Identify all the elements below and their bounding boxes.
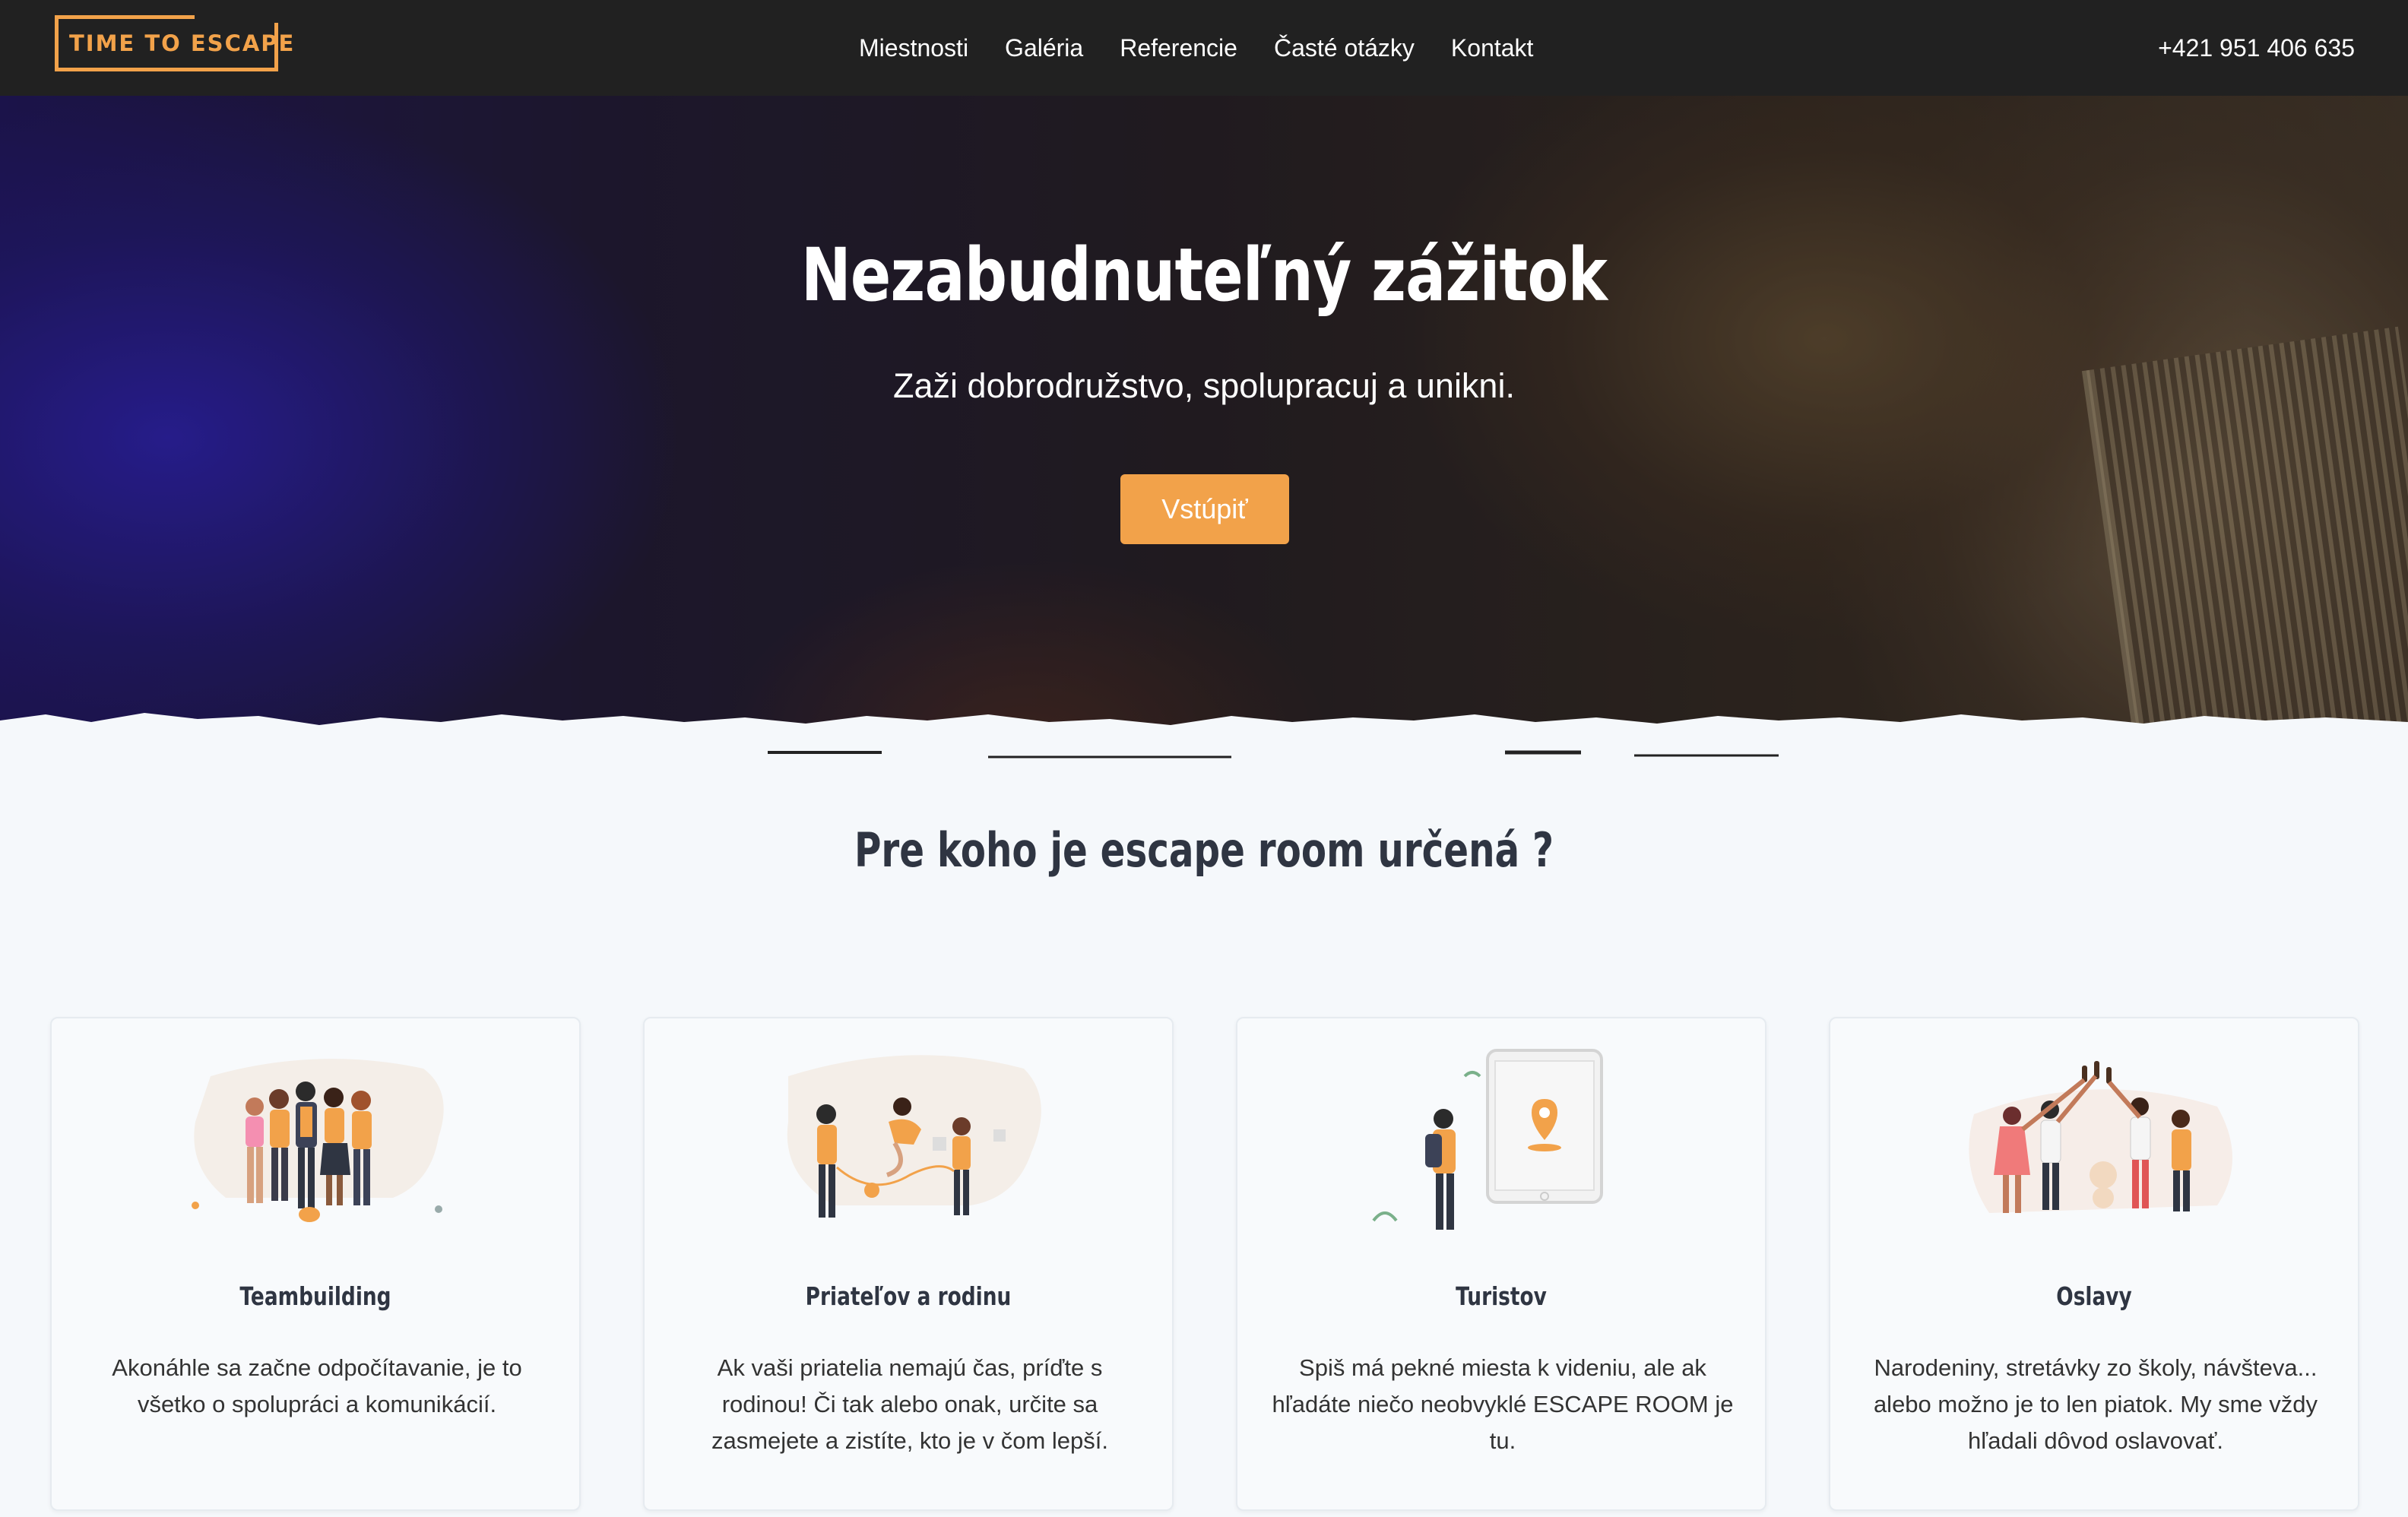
card-title: Teambuilding: [239, 1281, 391, 1311]
family-illustration-icon: [787, 1055, 1041, 1218]
card-title: Oslavy: [2056, 1281, 2132, 1311]
nav-link-referencie[interactable]: Referencie: [1120, 34, 1237, 62]
card-text: Akonáhle sa začne odpočítavanie, je to v…: [112, 1354, 522, 1417]
enter-button[interactable]: Vstúpiť: [1120, 474, 1289, 544]
nav-link-kontakt[interactable]: Kontakt: [1451, 34, 1534, 62]
hero-subtitle: Zaži dobrodružstvo, spolupracuj a unikni…: [893, 366, 1515, 405]
team-illustration-icon: [192, 1059, 444, 1222]
card-celebrations[interactable]: Oslavy Narodeniny, stretávky zo školy, n…: [1829, 1017, 2359, 1511]
card-text: Narodeniny, stretávky zo školy, návšteva…: [1873, 1354, 2318, 1454]
hero-section: Nezabudnuteľný zážitok Zaži dobrodružstv…: [0, 96, 2408, 772]
card-friends-family[interactable]: Priateľov a rodinu Ak vaši priatelia nem…: [643, 1017, 1174, 1511]
logo-text: TIME TO ESCAPE: [69, 30, 296, 56]
nav-link-miestnosti[interactable]: Miestnosti: [859, 34, 968, 62]
nav-link-galeria[interactable]: Galéria: [1005, 34, 1083, 62]
card-text: Spiš má pekné miesta k videniu, ale ak h…: [1272, 1354, 1734, 1454]
logo[interactable]: TIME TO ESCAPE: [55, 15, 293, 71]
phone-link[interactable]: +421 951 406 635: [2158, 0, 2355, 96]
card-tourists[interactable]: Turistov Spiš má pekné miesta k videniu,…: [1236, 1017, 1766, 1511]
card-teambuilding[interactable]: Teambuilding Akonáhle sa začne odpočítav…: [50, 1017, 581, 1511]
navbar: TIME TO ESCAPE Miestnosti Galéria Refere…: [0, 0, 2408, 96]
nav-link-caste-otazky[interactable]: Časté otázky: [1274, 34, 1415, 62]
party-illustration-icon: [1969, 1061, 2232, 1213]
card-title: Priateľov a rodinu: [805, 1281, 1012, 1311]
audience-cards: Teambuilding Akonáhle sa začne odpočítav…: [50, 1017, 2359, 1511]
hero-overlay: [0, 96, 2408, 772]
section-title: Pre koho je escape room určená ?: [854, 822, 1554, 878]
main-nav: Miestnosti Galéria Referencie Časté otáz…: [859, 0, 1533, 96]
torn-edge-divider: [0, 713, 2408, 783]
hero-title: Nezabudnuteľný zážitok: [800, 233, 1608, 318]
tourist-map-illustration-icon: [1372, 1049, 1603, 1230]
card-title: Turistov: [1456, 1281, 1547, 1311]
card-text: Ak vaši priatelia nemajú čas, príďte s r…: [711, 1354, 1109, 1454]
